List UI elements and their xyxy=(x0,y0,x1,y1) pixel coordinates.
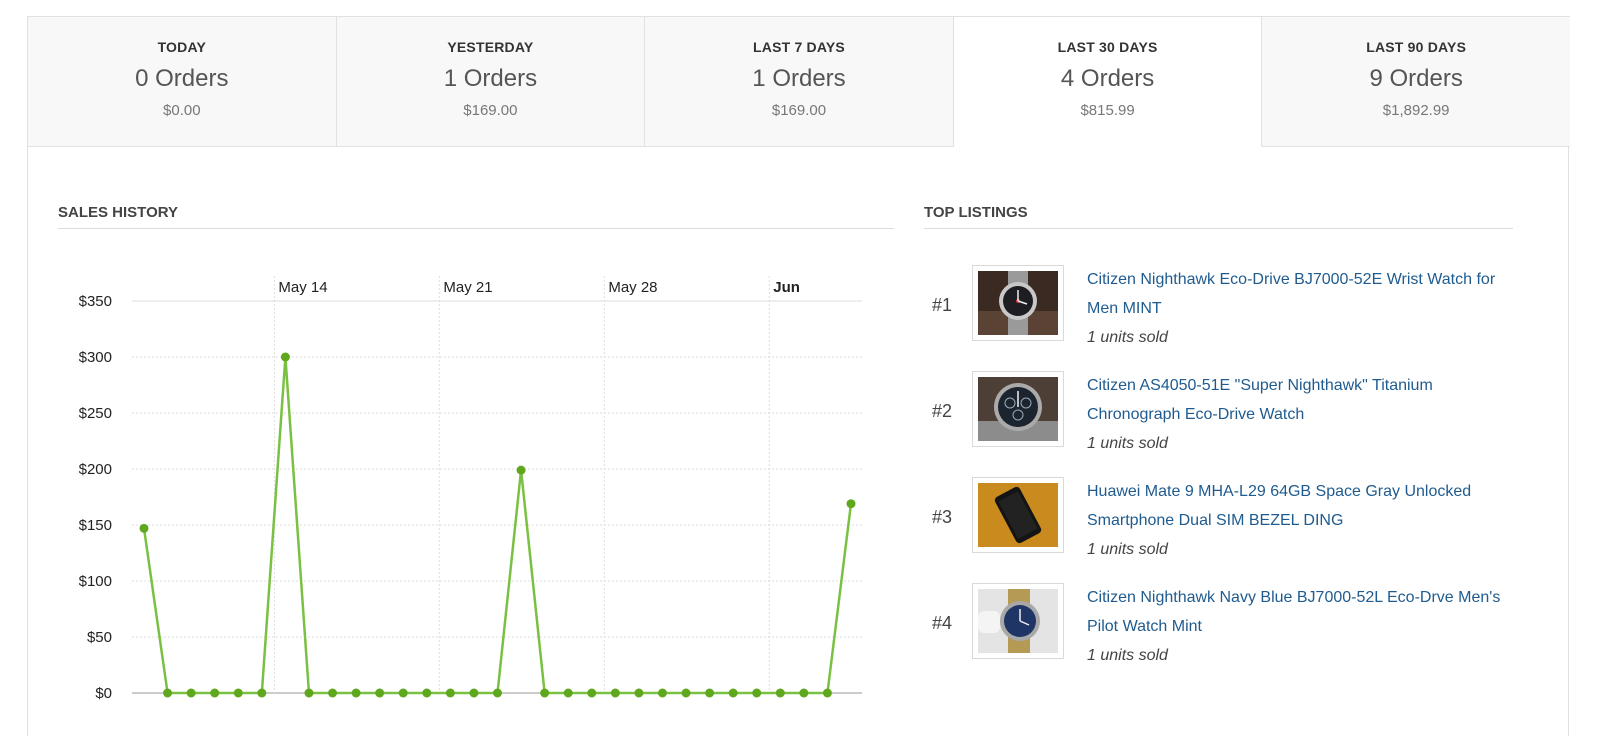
top-listings-title: TOP LISTINGS xyxy=(924,204,1513,229)
tab-last-90-days[interactable]: LAST 90 DAYS 9 Orders $1,892.99 xyxy=(1262,16,1570,147)
data-point xyxy=(846,499,856,509)
x-tick-label: May 21 xyxy=(443,279,492,296)
listing-item: #2 Citizen AS4050-51E "Super Nighthawk" … xyxy=(924,371,1524,477)
tab-amount: $169.00 xyxy=(771,102,827,119)
tab-last-30-days[interactable]: LAST 30 DAYS 4 Orders $815.99 xyxy=(953,16,1263,147)
tab-orders: 4 Orders xyxy=(1060,65,1155,92)
data-point xyxy=(398,688,408,698)
tab-label: TODAY xyxy=(157,39,207,55)
listing-item: #4 Citizen Nighthawk Navy Blue BJ7000-52… xyxy=(924,583,1524,689)
listing-title-link[interactable]: Huawei Mate 9 MHA-L29 64GB Space Gray Un… xyxy=(1087,477,1507,535)
y-tick-label: $50 xyxy=(87,629,112,646)
data-point xyxy=(210,688,220,698)
data-point xyxy=(563,688,573,698)
listing-title-link[interactable]: Citizen Nighthawk Navy Blue BJ7000-52L E… xyxy=(1087,583,1507,641)
data-point xyxy=(186,688,196,698)
data-point xyxy=(822,688,832,698)
data-point xyxy=(304,688,314,698)
y-tick-label: $150 xyxy=(79,517,112,534)
data-point xyxy=(752,688,762,698)
data-point xyxy=(422,688,432,698)
sales-history-chart: $0 $50 $100 $150 $200 $250 $300 $350 May 14 May 2… xyxy=(79,276,862,702)
listing-rank: #2 xyxy=(932,401,953,421)
data-point xyxy=(775,688,785,698)
x-tick-label: Jun xyxy=(773,279,800,296)
watch-blue-dial-icon xyxy=(978,589,1058,653)
tab-orders: 0 Orders xyxy=(135,65,229,92)
tab-orders: 9 Orders xyxy=(1369,65,1463,92)
watch-black-dial-icon xyxy=(978,271,1058,335)
sales-history-title: SALES HISTORY xyxy=(58,204,894,229)
units-sold: 1 units sold xyxy=(1087,541,1168,558)
listing-rank: #4 xyxy=(932,613,953,633)
listing-thumbnail[interactable] xyxy=(972,371,1064,447)
data-point xyxy=(657,688,667,698)
tab-label: LAST 30 DAYS xyxy=(1057,39,1158,55)
tab-today[interactable]: TODAY 0 Orders $0.00 xyxy=(28,16,337,147)
listing-info: Citizen AS4050-51E "Super Nighthawk" Tit… xyxy=(1087,371,1507,458)
units-sold: 1 units sold xyxy=(1087,329,1168,346)
listing-title-link[interactable]: Citizen Nighthawk Eco-Drive BJ7000-52E W… xyxy=(1087,265,1507,323)
y-tick-label: $100 xyxy=(79,573,112,590)
tab-yesterday[interactable]: YESTERDAY 1 Orders $169.00 xyxy=(336,16,646,147)
y-tick-label: $300 xyxy=(79,349,112,366)
data-point xyxy=(257,688,267,698)
tab-last-7-days[interactable]: LAST 7 DAYS 1 Orders $169.00 xyxy=(645,16,954,147)
data-point xyxy=(445,688,455,698)
listing-item: #3 Huawei Mate 9 MHA-L29 64GB Space Gray… xyxy=(924,477,1524,583)
data-point xyxy=(516,465,526,475)
data-point xyxy=(728,688,738,698)
data-point xyxy=(139,523,149,533)
data-point xyxy=(610,688,620,698)
watch-chronograph-icon xyxy=(978,377,1058,441)
data-point xyxy=(351,688,361,698)
listing-info: Citizen Nighthawk Navy Blue BJ7000-52L E… xyxy=(1087,583,1507,670)
tab-amount: $0.00 xyxy=(163,102,201,119)
y-tick-label: $350 xyxy=(79,293,112,310)
tab-amount: $1,892.99 xyxy=(1382,102,1450,119)
listing-thumbnail[interactable] xyxy=(972,477,1064,553)
y-tick-label: $200 xyxy=(79,461,112,478)
data-point xyxy=(280,352,290,362)
data-point xyxy=(163,688,173,698)
tab-label: YESTERDAY xyxy=(447,39,534,55)
y-tick-label: $0 xyxy=(95,685,112,702)
x-tick-label: May 28 xyxy=(608,279,657,296)
x-tick-label: May 14 xyxy=(278,279,327,296)
top-listings-list: #1 Citizen Nighthawk Eco-Drive BJ7000-52… xyxy=(924,265,1524,689)
data-point xyxy=(705,688,715,698)
data-point xyxy=(587,688,597,698)
listing-thumbnail[interactable] xyxy=(972,583,1064,659)
data-point xyxy=(540,688,550,698)
data-point xyxy=(799,688,809,698)
dashboard-panel: TODAY 0 Orders $0.00 YESTERDAY 1 Orders … xyxy=(27,16,1570,736)
listing-rank: #1 xyxy=(932,295,953,315)
tab-label: LAST 90 DAYS xyxy=(1366,39,1467,55)
tab-amount: $815.99 xyxy=(1080,102,1135,119)
listing-item: #1 Citizen Nighthawk Eco-Drive BJ7000-52… xyxy=(924,265,1524,371)
y-tick-label: $250 xyxy=(79,405,112,422)
tab-amount: $169.00 xyxy=(463,102,518,119)
tab-orders: 1 Orders xyxy=(443,65,538,92)
listing-info: Citizen Nighthawk Eco-Drive BJ7000-52E W… xyxy=(1087,265,1507,352)
tab-label: LAST 7 DAYS xyxy=(753,39,845,55)
smartphone-icon xyxy=(978,483,1058,547)
units-sold: 1 units sold xyxy=(1087,647,1168,664)
units-sold: 1 units sold xyxy=(1087,435,1168,452)
data-point xyxy=(375,688,385,698)
data-point xyxy=(233,688,243,698)
listing-rank: #3 xyxy=(932,507,953,527)
data-point xyxy=(681,688,691,698)
period-tabs: TODAY 0 Orders $0.00 YESTERDAY 1 Orders … xyxy=(28,16,1570,147)
data-point xyxy=(634,688,644,698)
listing-info: Huawei Mate 9 MHA-L29 64GB Space Gray Un… xyxy=(1087,477,1507,564)
data-point xyxy=(493,688,502,698)
listing-title-link[interactable]: Citizen AS4050-51E "Super Nighthawk" Tit… xyxy=(1087,371,1507,429)
data-point xyxy=(469,688,479,698)
data-point xyxy=(328,688,338,698)
listing-thumbnail[interactable] xyxy=(972,265,1064,341)
tab-orders: 1 Orders xyxy=(752,65,846,92)
